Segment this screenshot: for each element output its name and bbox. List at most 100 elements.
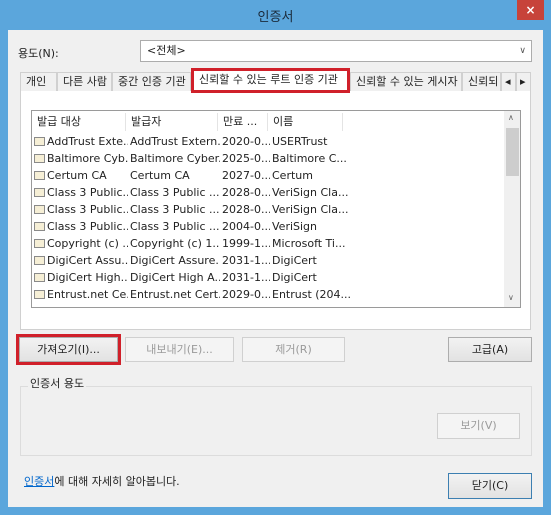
cell: DigiCert High... xyxy=(34,269,128,286)
cell-text: 1999-1... xyxy=(222,237,270,250)
column-issued-to[interactable]: 발급 대상 xyxy=(32,113,126,131)
cell: Class 3 Public ... xyxy=(130,218,220,235)
cell: Class 3 Public ... xyxy=(130,201,220,218)
tab-other-people[interactable]: 다른 사람 xyxy=(57,72,112,91)
cell: AddTrust Exte... xyxy=(34,133,128,150)
certificate-icon xyxy=(34,188,45,197)
tab-untrusted[interactable]: 신뢰되 xyxy=(462,72,501,91)
cell: 2025-0... xyxy=(222,150,270,167)
close-button[interactable]: 닫기(C) xyxy=(448,473,532,499)
cell: 2029-0... xyxy=(222,286,270,303)
cell-text: Baltimore Cyb... xyxy=(47,152,128,165)
cell-text: Class 3 Public... xyxy=(47,203,128,216)
certificate-icon xyxy=(34,154,45,163)
table-row[interactable]: Class 3 Public... Class 3 Public ... 2004-… xyxy=(32,218,502,235)
cell-text: DigiCert xyxy=(272,271,317,284)
table-row[interactable]: Certum CA Certum CA 2027-0... Certum xyxy=(32,167,502,184)
import-button[interactable]: 가져오기(I)... xyxy=(16,334,121,365)
scrollbar-thumb[interactable] xyxy=(506,128,519,176)
export-button[interactable]: 내보내기(E)... xyxy=(125,337,234,362)
purpose-dropdown[interactable]: <전체> ∨ xyxy=(140,40,532,62)
cell-text: VeriSign xyxy=(272,220,318,233)
cell: VeriSign Cla... xyxy=(272,201,352,218)
table-row[interactable]: AddTrust Exte... AddTrust Extern... 2020-0… xyxy=(32,133,502,150)
cell-text: Class 3 Public ... xyxy=(130,203,220,216)
cell-text: DigiCert Assure... xyxy=(130,254,220,267)
column-expiration[interactable]: 만료 ... xyxy=(218,113,268,131)
table-row[interactable]: Baltimore Cyb... Baltimore Cyber... 2025-0… xyxy=(32,150,502,167)
certificate-icon xyxy=(34,256,45,265)
cell-text: VeriSign Cla... xyxy=(272,186,349,199)
table-row[interactable]: Copyright (c) ... Copyright (c) 1... 1999-… xyxy=(32,235,502,252)
table-row[interactable]: DigiCert Assu... DigiCert Assure... 2031-1… xyxy=(32,252,502,269)
cell-text: 2004-0... xyxy=(222,220,270,233)
certificate-icon xyxy=(34,273,45,282)
cell-text: Microsoft Ti... xyxy=(272,237,346,250)
column-friendly-name[interactable]: 이름 xyxy=(268,113,343,131)
cell: VeriSign Cla... xyxy=(272,184,352,201)
cell: Copyright (c) 1... xyxy=(130,235,220,252)
cell: DigiCert High A... xyxy=(130,269,220,286)
scroll-up-icon[interactable]: ∧ xyxy=(508,113,514,122)
cell: 2031-1... xyxy=(222,269,270,286)
cell: Baltimore Cyb... xyxy=(34,150,128,167)
cell: DigiCert xyxy=(272,269,352,286)
table-row[interactable]: Entrust.net Ce... Entrust.net Cert... 2029… xyxy=(32,286,502,303)
close-icon[interactable]: × xyxy=(517,0,544,20)
cell: AddTrust Extern... xyxy=(130,133,220,150)
advanced-button[interactable]: 고급(A) xyxy=(448,337,532,362)
cell: Certum CA xyxy=(34,167,128,184)
cell-text: DigiCert High... xyxy=(47,271,128,284)
certificate-icon xyxy=(34,171,45,180)
cell: DigiCert Assu... xyxy=(34,252,128,269)
cell: Entrust.net Ce... xyxy=(34,286,128,303)
cell-text: 2025-0... xyxy=(222,152,270,165)
cell-text: DigiCert High A... xyxy=(130,271,220,284)
cell-text: 2020-0... xyxy=(222,135,270,148)
column-issued-by[interactable]: 발급자 xyxy=(126,113,218,131)
purpose-value: <전체> xyxy=(147,44,186,57)
certificate-icon xyxy=(34,205,45,214)
tab-trusted-publishers[interactable]: 신뢰할 수 있는 게시자 xyxy=(350,72,462,91)
cell-text: Class 3 Public... xyxy=(47,220,128,233)
certificate-icon xyxy=(34,239,45,248)
tab-scroll-right-icon[interactable]: ▸ xyxy=(516,72,531,91)
cell-text: Entrust.net Cert... xyxy=(130,288,220,301)
purpose-label: 용도(N): xyxy=(18,47,59,60)
cell: 2028-0... xyxy=(222,201,270,218)
cell: Class 3 Public... xyxy=(34,218,128,235)
footer-text-suffix: 에 대해 자세히 알아봅니다. xyxy=(54,475,180,488)
scroll-down-icon[interactable]: ∨ xyxy=(508,293,514,302)
cell-text: 2031-1... xyxy=(222,271,270,284)
tab-intermediate-ca[interactable]: 중간 인증 기관 xyxy=(112,72,191,91)
certificate-list[interactable]: 발급 대상 발급자 만료 ... 이름 AddTrust Exte... AddT… xyxy=(31,110,521,308)
cell-text: DigiCert xyxy=(272,254,317,267)
cell-text: Class 3 Public ... xyxy=(130,186,220,199)
cell: DigiCert xyxy=(272,252,352,269)
view-button[interactable]: 보기(V) xyxy=(437,413,520,439)
table-row[interactable]: Class 3 Public... Class 3 Public ... 2028-… xyxy=(32,184,502,201)
cell-text: Certum CA xyxy=(130,169,190,182)
cell: Baltimore C... xyxy=(272,150,352,167)
vertical-scrollbar[interactable]: ∧ ∨ xyxy=(504,111,520,307)
cell-text: 2027-0... xyxy=(222,169,270,182)
cell-text: Copyright (c) ... xyxy=(47,237,128,250)
certificate-icon xyxy=(34,137,45,146)
cell-text: 2029-0... xyxy=(222,288,270,301)
cell: VeriSign xyxy=(272,218,352,235)
cell-text: AddTrust Exte... xyxy=(47,135,128,148)
cell-text: Copyright (c) 1... xyxy=(130,237,220,250)
cell-text: Certum CA xyxy=(47,169,107,182)
tab-personal[interactable]: 개인 xyxy=(20,72,57,91)
certificate-purposes-label: 인증서 용도 xyxy=(28,375,87,391)
tab-scroll-left-icon[interactable]: ◂ xyxy=(501,72,516,91)
cell: Copyright (c) ... xyxy=(34,235,128,252)
cell-text: 2028-0... xyxy=(222,186,270,199)
tab-trusted-root-ca[interactable]: 신뢰할 수 있는 루트 인증 기관 xyxy=(191,68,350,93)
table-row[interactable]: Class 3 Public... Class 3 Public ... 2028-… xyxy=(32,201,502,218)
certificates-link[interactable]: 인증서 xyxy=(24,475,54,488)
cell-text: Class 3 Public ... xyxy=(130,220,220,233)
table-row[interactable]: DigiCert High... DigiCert High A... 2031-1… xyxy=(32,269,502,286)
remove-button[interactable]: 제거(R) xyxy=(242,337,345,362)
cell-text: 2031-1... xyxy=(222,254,270,267)
